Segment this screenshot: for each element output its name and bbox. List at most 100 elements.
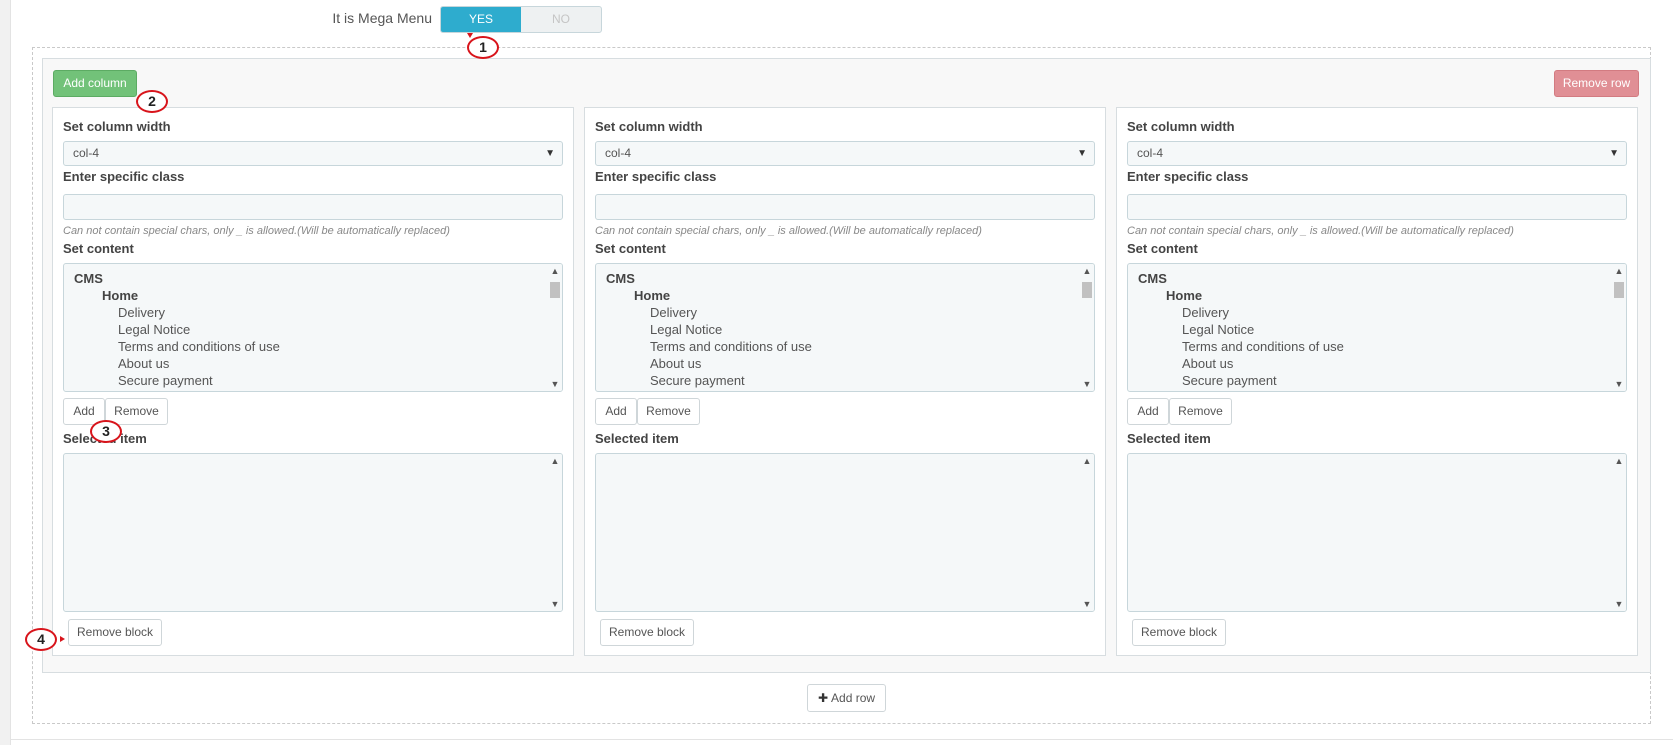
- scroll-down-icon[interactable]: ▼: [548, 379, 562, 389]
- list-item[interactable]: Home: [102, 288, 138, 303]
- list-item[interactable]: Secure payment: [118, 373, 213, 388]
- selected-items-listbox[interactable]: ▲ ▼: [63, 453, 563, 612]
- annotation-marker-4: 4: [25, 628, 57, 651]
- scroll-up-icon[interactable]: ▲: [1080, 456, 1094, 466]
- mega-menu-label: It is Mega Menu: [332, 10, 432, 26]
- caret-down-icon: ▼: [545, 148, 555, 159]
- selected-items-listbox[interactable]: ▲ ▼: [1127, 453, 1627, 612]
- list-item[interactable]: Legal Notice: [1182, 322, 1254, 337]
- page-bottom-divider: [10, 739, 1673, 740]
- column-block: Set column width col-4 ▼ Enter specific c…: [52, 107, 574, 656]
- list-item[interactable]: Legal Notice: [650, 322, 722, 337]
- content-listbox[interactable]: CMS Home Delivery Legal Notice Terms and…: [595, 263, 1095, 392]
- class-hint: Can not contain special chars, only _ is…: [63, 225, 450, 237]
- left-sidebar-edge: [0, 0, 11, 745]
- selected-items-listbox[interactable]: ▲ ▼: [595, 453, 1095, 612]
- add-item-button[interactable]: Add: [595, 398, 637, 425]
- scroll-up-icon[interactable]: ▲: [1612, 266, 1626, 276]
- add-column-button[interactable]: Add column: [53, 70, 137, 97]
- list-item[interactable]: About us: [1182, 356, 1233, 371]
- selected-scrollbar[interactable]: ▲ ▼: [548, 454, 562, 611]
- list-item[interactable]: Terms and conditions of use: [118, 339, 280, 354]
- remove-row-button[interactable]: Remove row: [1554, 70, 1639, 97]
- column-block: Set column width col-4 ▼ Enter specific c…: [584, 107, 1106, 656]
- set-content-label: Set content: [595, 241, 666, 256]
- column-width-label: Set column width: [1127, 119, 1235, 134]
- list-item[interactable]: Delivery: [650, 305, 697, 320]
- column-width-select[interactable]: col-4 ▼: [63, 141, 563, 166]
- column-width-label: Set column width: [595, 119, 703, 134]
- column-block: Set column width col-4 ▼ Enter specific c…: [1116, 107, 1638, 656]
- specific-class-input[interactable]: [63, 194, 563, 220]
- list-item[interactable]: Delivery: [1182, 305, 1229, 320]
- column-width-select[interactable]: col-4 ▼: [595, 141, 1095, 166]
- scroll-down-icon[interactable]: ▼: [1612, 379, 1626, 389]
- plus-icon: ✚: [817, 691, 829, 705]
- mega-menu-toggle[interactable]: YES NO: [440, 6, 602, 33]
- remove-item-button[interactable]: Remove: [637, 398, 700, 425]
- scroll-thumb[interactable]: [1082, 282, 1092, 298]
- caret-down-icon: ▼: [1609, 148, 1619, 159]
- add-row-label: Add row: [831, 691, 876, 705]
- annotation-pointer: [467, 33, 473, 38]
- mega-menu-yes-option[interactable]: YES: [441, 7, 521, 32]
- annotation-marker-3: 3: [90, 420, 122, 443]
- content-scrollbar[interactable]: ▲ ▼: [1080, 264, 1094, 391]
- selected-scrollbar[interactable]: ▲ ▼: [1080, 454, 1094, 611]
- scroll-up-icon[interactable]: ▲: [548, 456, 562, 466]
- list-item[interactable]: Home: [1166, 288, 1202, 303]
- list-item[interactable]: About us: [650, 356, 701, 371]
- scroll-up-icon[interactable]: ▲: [1080, 266, 1094, 276]
- list-item[interactable]: CMS: [1138, 271, 1167, 286]
- remove-block-button[interactable]: Remove block: [1132, 619, 1226, 646]
- list-item[interactable]: CMS: [74, 271, 103, 286]
- list-item[interactable]: Secure payment: [650, 373, 745, 388]
- remove-item-button[interactable]: Remove: [1169, 398, 1232, 425]
- remove-block-button[interactable]: Remove block: [68, 619, 162, 646]
- scroll-down-icon[interactable]: ▼: [1080, 599, 1094, 609]
- specific-class-label: Enter specific class: [63, 169, 185, 184]
- list-item[interactable]: About us: [118, 356, 169, 371]
- column-width-value: col-4: [73, 146, 100, 160]
- list-item[interactable]: Home: [634, 288, 670, 303]
- content-scrollbar[interactable]: ▲ ▼: [548, 264, 562, 391]
- scroll-thumb[interactable]: [550, 282, 560, 298]
- scroll-thumb[interactable]: [1614, 282, 1624, 298]
- list-item[interactable]: Terms and conditions of use: [1182, 339, 1344, 354]
- specific-class-input[interactable]: [1127, 194, 1627, 220]
- scroll-down-icon[interactable]: ▼: [1080, 379, 1094, 389]
- set-content-label: Set content: [63, 241, 134, 256]
- column-width-select[interactable]: col-4 ▼: [1127, 141, 1627, 166]
- set-content-label: Set content: [1127, 241, 1198, 256]
- column-width-value: col-4: [1137, 146, 1164, 160]
- scroll-down-icon[interactable]: ▼: [548, 599, 562, 609]
- mega-menu-no-option[interactable]: NO: [521, 7, 601, 32]
- list-item[interactable]: Legal Notice: [118, 322, 190, 337]
- list-item[interactable]: Secure payment: [1182, 373, 1277, 388]
- add-item-button[interactable]: Add: [1127, 398, 1169, 425]
- add-row-button[interactable]: ✚ Add row: [807, 684, 886, 712]
- column-width-value: col-4: [605, 146, 632, 160]
- scroll-up-icon[interactable]: ▲: [1612, 456, 1626, 466]
- scroll-down-icon[interactable]: ▼: [1612, 599, 1626, 609]
- scroll-up-icon[interactable]: ▲: [548, 266, 562, 276]
- annotation-marker-2: 2: [136, 90, 168, 113]
- content-scrollbar[interactable]: ▲ ▼: [1612, 264, 1626, 391]
- column-width-label: Set column width: [63, 119, 171, 134]
- list-item[interactable]: Delivery: [118, 305, 165, 320]
- specific-class-label: Enter specific class: [1127, 169, 1249, 184]
- list-item[interactable]: CMS: [606, 271, 635, 286]
- list-item[interactable]: Terms and conditions of use: [650, 339, 812, 354]
- specific-class-label: Enter specific class: [595, 169, 717, 184]
- content-listbox[interactable]: CMS Home Delivery Legal Notice Terms and…: [1127, 263, 1627, 392]
- annotation-pointer: [60, 636, 65, 642]
- caret-down-icon: ▼: [1077, 148, 1087, 159]
- selected-item-label: Selected item: [1127, 431, 1211, 446]
- annotation-marker-1: 1: [467, 36, 499, 59]
- content-listbox[interactable]: CMS Home Delivery Legal Notice Terms and…: [63, 263, 563, 392]
- remove-block-button[interactable]: Remove block: [600, 619, 694, 646]
- class-hint: Can not contain special chars, only _ is…: [1127, 225, 1514, 237]
- class-hint: Can not contain special chars, only _ is…: [595, 225, 982, 237]
- selected-scrollbar[interactable]: ▲ ▼: [1612, 454, 1626, 611]
- specific-class-input[interactable]: [595, 194, 1095, 220]
